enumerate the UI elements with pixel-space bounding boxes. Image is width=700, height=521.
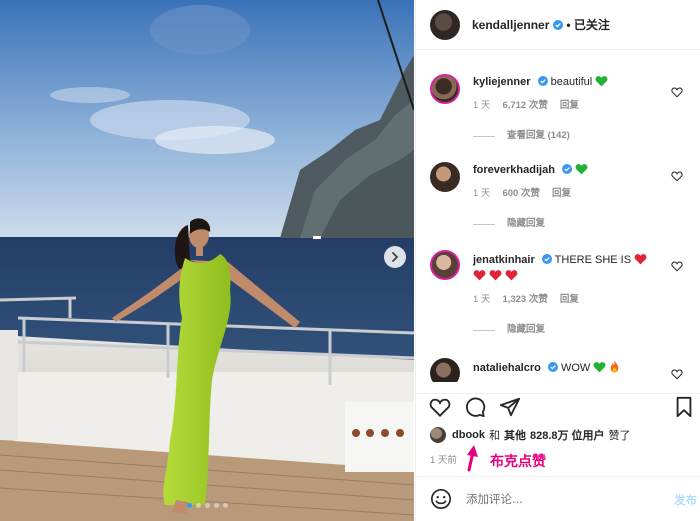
replies-toggle-label: 隐藏回复	[507, 218, 546, 229]
post-photo[interactable]	[0, 0, 414, 521]
annotation-arrow-icon	[467, 445, 478, 472]
green-heart-icon	[595, 76, 608, 87]
green-heart-icon	[575, 164, 588, 175]
author-avatar[interactable]	[430, 9, 460, 40]
emoji-smiley-icon[interactable]	[430, 488, 452, 510]
like-comment-heart-icon[interactable]	[671, 260, 683, 272]
comment-age: 1 天	[473, 188, 491, 199]
comment-likes[interactable]: 6,712 次赞	[502, 98, 547, 114]
yacht-ocean-photo	[0, 0, 414, 521]
comment-item: jenatkinhair THERE SHE IS 1 天 1,323 次赞 回…	[416, 247, 700, 355]
carousel-dot	[186, 503, 192, 508]
bookmark-icon[interactable]	[673, 396, 695, 418]
comment-age: 1 天	[473, 294, 491, 305]
comment-text: THERE SHE IS	[554, 254, 632, 266]
verified-badge-icon	[547, 362, 558, 372]
carousel-next-button[interactable]	[384, 246, 406, 268]
comment-username[interactable]: jenatkinhair	[473, 254, 535, 266]
comment-bubble-icon[interactable]	[464, 396, 486, 418]
carousel-dot	[204, 503, 210, 508]
divider	[473, 329, 495, 331]
hide-replies-button[interactable]: 隐藏回复	[473, 322, 665, 338]
replies-toggle-label: 隐藏回复	[507, 324, 546, 335]
comment-item: nataliehalcro WOW	[416, 355, 700, 382]
like-comment-heart-icon[interactable]	[671, 368, 683, 380]
reply-button[interactable]: 回复	[552, 186, 571, 202]
verified-badge-icon	[561, 164, 572, 174]
verified-badge-icon	[553, 19, 564, 30]
comment-age: 1 天	[473, 100, 491, 111]
likes-count[interactable]: 828.8万	[530, 427, 569, 443]
comment-meta: 1 天 600 次赞 回复	[473, 186, 665, 202]
add-comment-bar: 发布	[416, 476, 700, 521]
comment-text: beautiful	[550, 76, 593, 88]
comment-username[interactable]: nataliehalcro	[473, 362, 541, 374]
like-comment-heart-icon[interactable]	[671, 170, 683, 182]
verified-badge-icon	[537, 76, 548, 86]
chevron-right-icon	[392, 252, 399, 262]
red-heart-icon	[505, 270, 518, 281]
post-timestamp[interactable]: 1 天前	[430, 452, 457, 466]
comment-body: kyliejenner beautiful 1 天 6,712 次赞 回复 查看…	[473, 62, 700, 144]
comment-meta: 1 天 1,323 次赞 回复	[473, 292, 665, 308]
follow-status[interactable]: • 已关注	[566, 16, 610, 33]
carousel-indicator	[0, 503, 414, 508]
hide-replies-button[interactable]: 隐藏回复	[473, 216, 665, 232]
post-header: kendalljenner • 已关注	[416, 0, 700, 50]
divider	[473, 135, 495, 137]
comments-list: kyliejenner beautiful 1 天 6,712 次赞 回复 查看…	[416, 62, 700, 382]
commenter-avatar[interactable]	[430, 162, 460, 192]
likes-suffix[interactable]: 位用户	[572, 427, 605, 443]
comment-body: foreverkhadijah 1 天 600 次赞 回复 隐藏回复	[473, 157, 700, 232]
likes-summary[interactable]: dbook 和 其他 828.8万 位用户 赞了	[430, 427, 631, 443]
likes-verb: 赞了	[608, 430, 631, 442]
annotation-label: 布克点赞	[490, 454, 546, 470]
divider	[473, 223, 495, 225]
reply-button[interactable]: 回复	[560, 98, 579, 114]
red-heart-icon	[634, 254, 647, 265]
replies-toggle-label: 查看回复 (142)	[507, 130, 570, 141]
post-comment-button[interactable]: 发布	[674, 492, 697, 508]
comment-item: foreverkhadijah 1 天 600 次赞 回复 隐藏回复	[416, 157, 700, 247]
comment-body: nataliehalcro WOW	[473, 355, 700, 376]
post-actions-bar	[416, 393, 700, 421]
commenter-avatar[interactable]	[430, 74, 460, 104]
comment-likes[interactable]: 600 次赞	[502, 186, 540, 202]
like-heart-icon[interactable]	[429, 396, 451, 418]
comment-item: kyliejenner beautiful 1 天 6,712 次赞 回复 查看…	[416, 62, 700, 157]
comment-likes[interactable]: 1,323 次赞	[502, 292, 547, 308]
comment-body: jenatkinhair THERE SHE IS 1 天 1,323 次赞 回…	[473, 247, 700, 338]
share-send-icon[interactable]	[499, 396, 521, 418]
likes-and: 和	[489, 430, 500, 442]
green-heart-icon	[593, 362, 606, 373]
commenter-avatar[interactable]	[430, 250, 460, 280]
carousel-dot	[222, 503, 228, 508]
commenter-avatar[interactable]	[430, 358, 460, 382]
reply-button[interactable]: 回复	[560, 292, 579, 308]
red-heart-icon	[473, 270, 486, 281]
comment-username[interactable]: kyliejenner	[473, 76, 530, 88]
likes-others[interactable]: 其他	[504, 427, 526, 443]
comment-meta: 1 天 6,712 次赞 回复	[473, 98, 665, 114]
fire-icon	[611, 360, 619, 373]
liker-avatar	[430, 427, 446, 443]
comment-input[interactable]	[466, 492, 646, 506]
carousel-dot	[213, 503, 219, 508]
carousel-dot	[195, 503, 201, 508]
liker-username[interactable]: dbook	[452, 429, 485, 441]
view-replies-button[interactable]: 查看回复 (142)	[473, 128, 665, 144]
verified-badge-icon	[541, 254, 552, 264]
comment-text: WOW	[560, 362, 591, 374]
red-heart-icon	[489, 270, 502, 281]
like-comment-heart-icon[interactable]	[671, 86, 683, 98]
post-sidebar: kendalljenner • 已关注 kyliejenner beautifu…	[415, 0, 700, 521]
comment-username[interactable]: foreverkhadijah	[473, 164, 555, 176]
author-username[interactable]: kendalljenner	[472, 18, 549, 32]
